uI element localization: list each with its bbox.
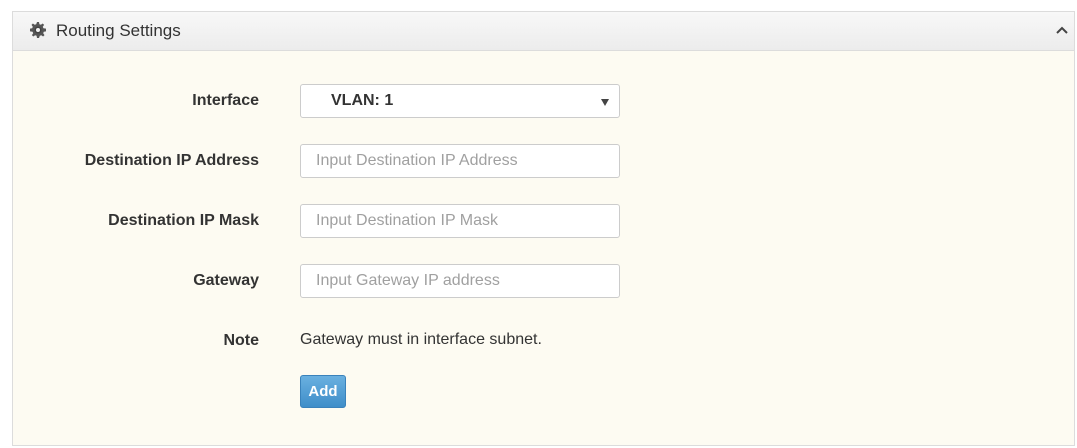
destination-mask-label: Destination IP Mask (108, 212, 259, 229)
destination-ip-input[interactable] (300, 144, 620, 178)
destination-mask-row: Destination IP Mask (13, 204, 1074, 238)
chevron-up-icon[interactable] (1054, 23, 1070, 37)
gateway-input[interactable] (300, 264, 620, 298)
add-button[interactable]: Add (300, 375, 346, 408)
routing-settings-panel: Routing Settings Interface VLAN: 1 Desti… (12, 11, 1075, 446)
note-row: Note Gateway must in interface subnet. (13, 324, 1074, 358)
destination-mask-input[interactable] (300, 204, 620, 238)
destination-ip-label: Destination IP Address (84, 152, 259, 169)
destination-ip-row: Destination IP Address (13, 144, 1074, 178)
dropdown-arrow-icon (601, 99, 609, 106)
gateway-row: Gateway (13, 264, 1074, 298)
note-label: Note (223, 332, 259, 349)
gateway-label: Gateway (193, 272, 259, 289)
interface-row: Interface VLAN: 1 (13, 84, 1074, 118)
interface-selected-value: VLAN: 1 (331, 92, 394, 109)
interface-select[interactable]: VLAN: 1 (300, 84, 620, 118)
panel-title: Routing Settings (56, 21, 181, 40)
interface-label: Interface (192, 92, 259, 109)
panel-header: Routing Settings (13, 12, 1074, 51)
gear-icon (30, 22, 46, 38)
note-text: Gateway must in interface subnet. (300, 331, 542, 348)
